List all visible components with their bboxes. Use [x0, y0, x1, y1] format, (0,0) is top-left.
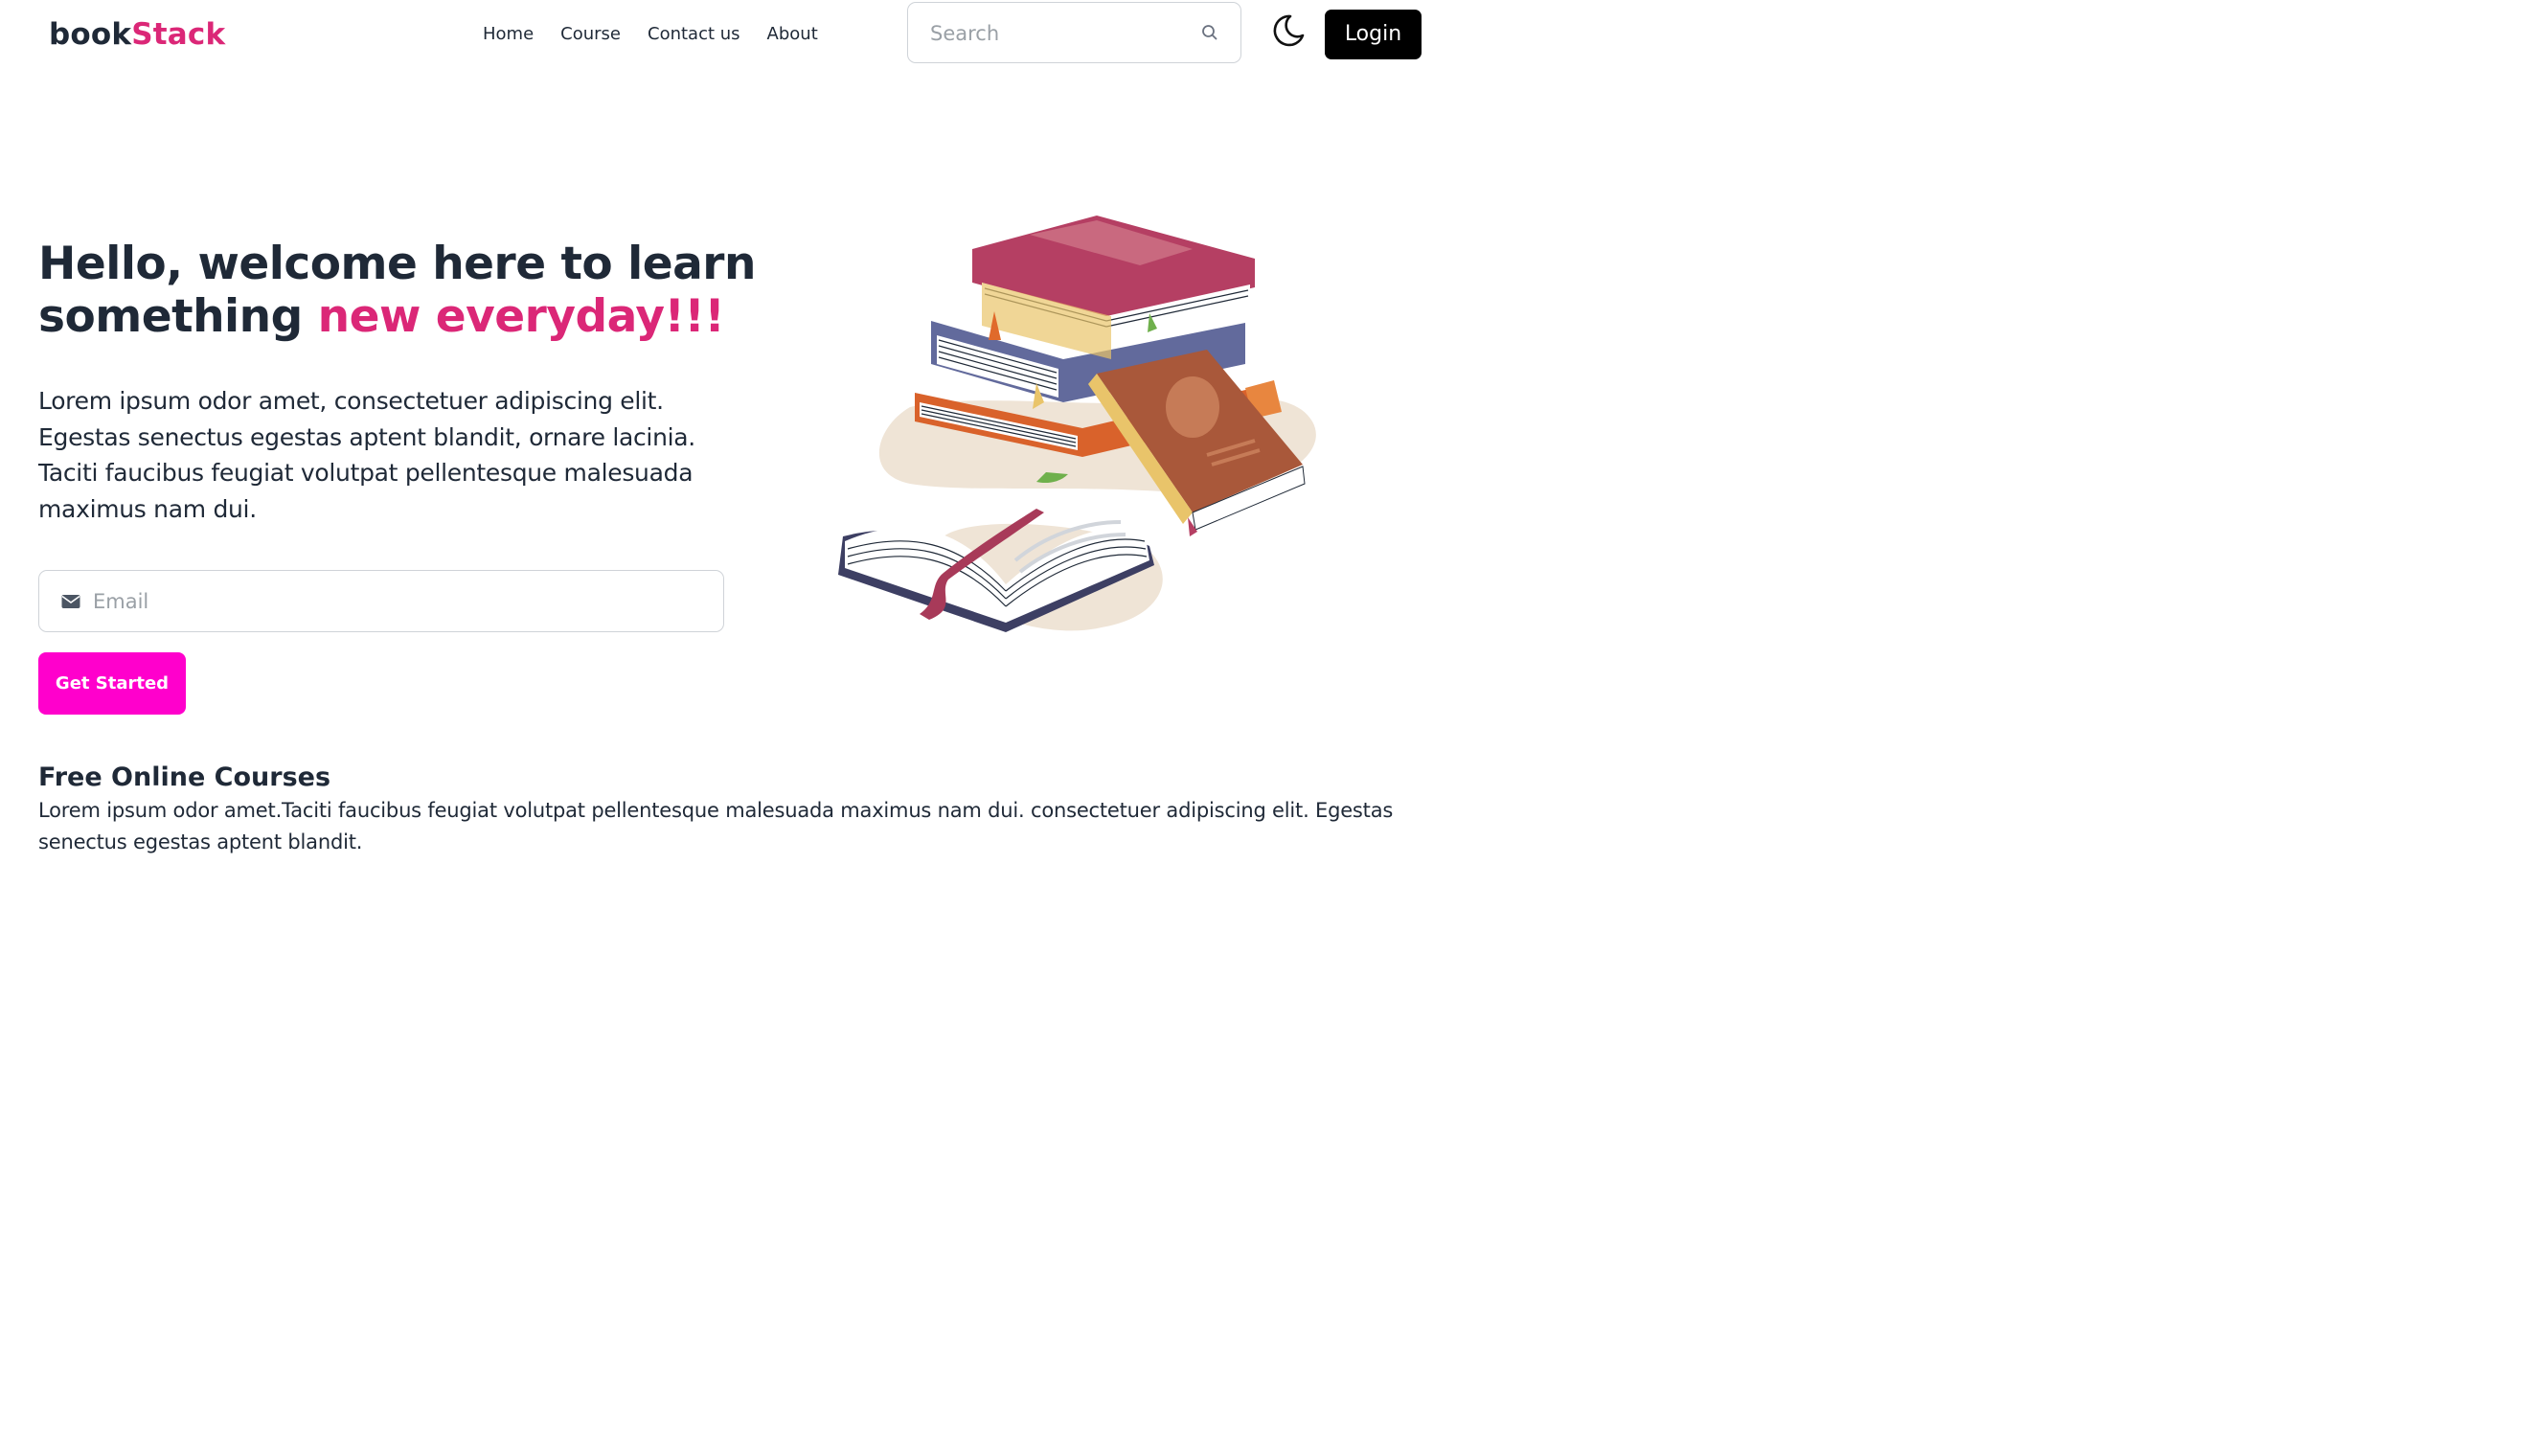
hero-title: Hello, welcome here to learn something n…: [38, 238, 766, 343]
navbar: bookStack Home Course Contact us About L…: [0, 0, 1481, 69]
search-icon[interactable]: [1200, 23, 1219, 42]
email-field: [38, 570, 724, 632]
get-started-button[interactable]: Get Started: [38, 652, 186, 715]
logo-text-stack: Stack: [131, 17, 226, 52]
nav-about[interactable]: About: [754, 21, 831, 48]
logo[interactable]: bookStack: [49, 15, 225, 54]
nav-course[interactable]: Course: [547, 21, 634, 48]
hero-title-line1: Hello, welcome here to learn: [38, 238, 756, 290]
email-input[interactable]: [91, 582, 704, 621]
login-button[interactable]: Login: [1325, 10, 1422, 59]
moon-icon[interactable]: [1269, 11, 1308, 50]
hero-title-line2: something: [38, 290, 318, 343]
books-stack-illustration: [838, 216, 1316, 632]
search-box: [907, 2, 1241, 63]
courses-section-title: Free Online Courses: [38, 762, 331, 792]
courses-section-text: Lorem ipsum odor amet.Taciti faucibus fe…: [38, 799, 1394, 853]
search-input[interactable]: [928, 14, 1187, 53]
hero-title-highlight: new everyday!!!: [317, 290, 725, 343]
hero-description: Lorem ipsum odor amet, consectetuer adip…: [38, 387, 695, 524]
main-nav: Home Course Contact us About: [469, 21, 831, 48]
nav-home[interactable]: Home: [469, 21, 547, 48]
mail-icon: [61, 595, 80, 608]
nav-contact-us[interactable]: Contact us: [634, 21, 754, 48]
logo-text-book: book: [49, 17, 132, 52]
